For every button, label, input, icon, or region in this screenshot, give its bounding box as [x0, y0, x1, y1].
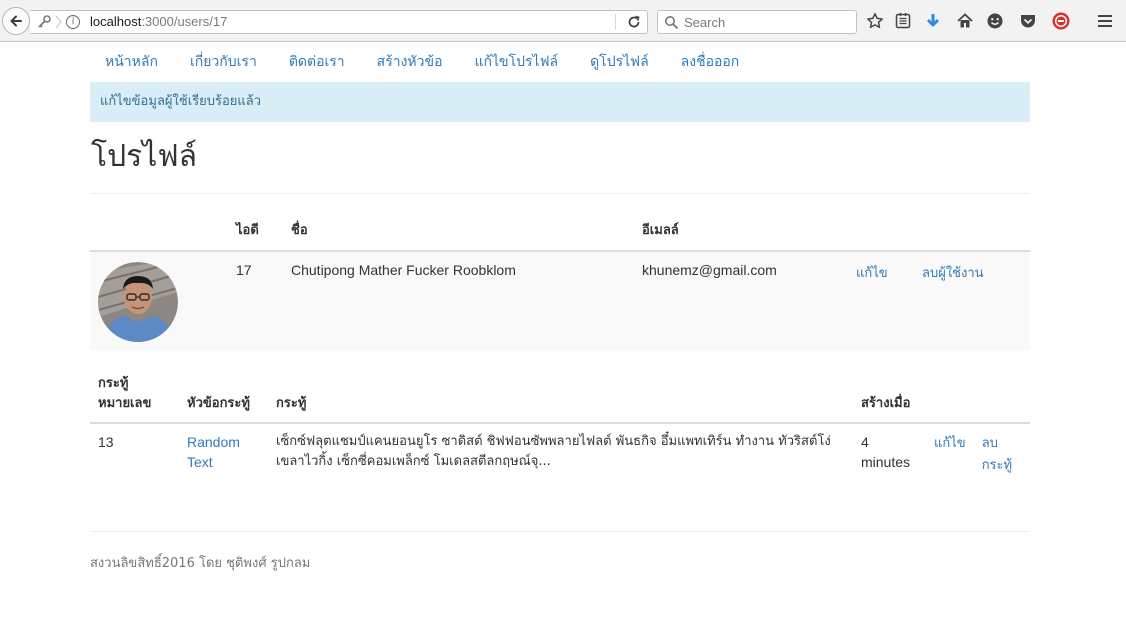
topic-table-header: กระทู้ หมายเลข หัวข้อกระทู้ กระทู้ สร้าง…	[90, 374, 1030, 424]
avatar-cell	[90, 251, 228, 350]
topic-number-header: กระทู้ หมายเลข	[90, 374, 179, 424]
page-title: โปรไฟล์	[91, 139, 197, 174]
table-row: 13 Random Text เซ็กซ์ฟลุตแชมป์แคนยอนยูโร…	[90, 423, 1030, 484]
nav-edit-profile-link[interactable]: แก้ไขโปรไฟล์	[475, 51, 559, 73]
topic-title-cell: Random Text	[179, 423, 268, 484]
browser-toolbar: i localhost:3000/users/17 Search	[0, 0, 1126, 42]
home-icon[interactable]	[955, 11, 975, 31]
nav-contact-link[interactable]: ติดต่อเรา	[289, 51, 345, 73]
back-arrow-icon	[10, 15, 22, 27]
url-path: :3000/users/17	[141, 14, 228, 29]
pocket-icon[interactable]	[1018, 11, 1038, 31]
url-separator	[615, 14, 616, 30]
emoji-icon[interactable]	[985, 11, 1005, 31]
topic-edit-header	[926, 374, 974, 424]
topic-created: 4 minutes	[861, 434, 911, 470]
name-header: ชื่อ	[283, 219, 634, 252]
email-header: อีเมลล์	[634, 219, 848, 252]
nav-new-topic-link[interactable]: สร้างหัวข้อ	[377, 51, 443, 73]
search-icon	[665, 16, 679, 30]
user-table: ไอดี ชื่อ อีเมลล์ 17 Chutipong Mather Fu…	[90, 219, 1030, 350]
address-bar[interactable]: i localhost:3000/users/17	[30, 10, 648, 34]
user-email: khunemz@gmail.com	[634, 251, 848, 350]
nav-view-profile-link[interactable]: ดูโปรไฟล์	[590, 51, 649, 73]
site-nav: หน้าหลัก เกี่ยวกับเรา ติดต่อเรา สร้างหัว…	[90, 42, 1030, 82]
delete-user-link[interactable]: ลบผู้ใช้งาน	[922, 266, 984, 281]
key-icon	[38, 15, 51, 28]
edit-user-link[interactable]: แก้ไข	[856, 266, 888, 281]
topic-body: เซ็กซ์ฟลุตแชมป์แคนยอนยูโร ซาดิสต์ ชิฟฟอน…	[276, 434, 831, 469]
nav-home-link[interactable]: หน้าหลัก	[105, 51, 158, 73]
download-icon[interactable]	[923, 11, 943, 31]
topic-title-header: หัวข้อกระทู้	[179, 374, 268, 424]
table-row: 17 Chutipong Mather Fucker Roobklom khun…	[90, 251, 1030, 350]
chevron-right-icon	[55, 15, 62, 29]
url-text[interactable]: localhost:3000/users/17	[90, 14, 227, 30]
reading-list-icon[interactable]	[893, 11, 913, 31]
search-placeholder: Search	[684, 15, 726, 30]
page-container: หน้าหลัก เกี่ยวกับเรา ติดต่อเรา สร้างหัว…	[90, 42, 1030, 573]
footer-divider	[90, 531, 1030, 532]
url-host: localhost	[90, 14, 142, 29]
menu-icon[interactable]	[1095, 11, 1115, 31]
nav-about-link[interactable]: เกี่ยวกับเรา	[190, 51, 257, 73]
avatar-header	[90, 219, 228, 252]
avatar	[98, 262, 178, 342]
back-button[interactable]	[2, 7, 30, 35]
user-table-header: ไอดี ชื่อ อีเมลล์	[90, 219, 1030, 252]
topic-body-header: กระทู้	[268, 374, 853, 424]
divider	[90, 193, 1030, 194]
user-name: Chutipong Mather Fucker Roobklom	[283, 251, 634, 350]
topic-table: กระทู้ หมายเลข หัวข้อกระทู้ กระทู้ สร้าง…	[90, 374, 1030, 484]
search-input[interactable]: Search	[657, 10, 857, 34]
flash-message: แก้ไขข้อมูลผู้ใช้เรียบร้อยแล้ว	[90, 82, 1030, 122]
id-header: ไอดี	[228, 219, 283, 252]
edit-cell: แก้ไข	[848, 251, 914, 350]
edit-header	[848, 219, 914, 252]
topic-number: 13	[98, 434, 114, 450]
topic-title-link[interactable]: Random Text	[187, 434, 240, 470]
topic-created-header: สร้างเมื่อ	[853, 374, 926, 424]
nav-logout-link[interactable]: ลงชื่อออก	[681, 51, 740, 73]
reload-icon[interactable]	[626, 14, 642, 30]
delete-header	[914, 219, 1030, 252]
info-icon[interactable]: i	[66, 15, 80, 29]
delete-cell: ลบผู้ใช้งาน	[914, 251, 1030, 350]
adblock-icon[interactable]	[1051, 11, 1071, 31]
delete-topic-link[interactable]: ลบ กระทู้	[982, 436, 1012, 473]
user-id: 17	[228, 251, 283, 350]
topic-edit-cell: แก้ไข	[926, 423, 974, 484]
topic-delete-cell: ลบ กระทู้	[974, 423, 1030, 484]
edit-topic-link[interactable]: แก้ไข	[934, 436, 966, 451]
topic-delete-header	[973, 374, 1030, 424]
footer-text: สงวนลิขสิทธิ์2016 โดย ชุติพงศ์ รูปกลม	[90, 556, 311, 571]
star-icon[interactable]	[865, 11, 885, 31]
